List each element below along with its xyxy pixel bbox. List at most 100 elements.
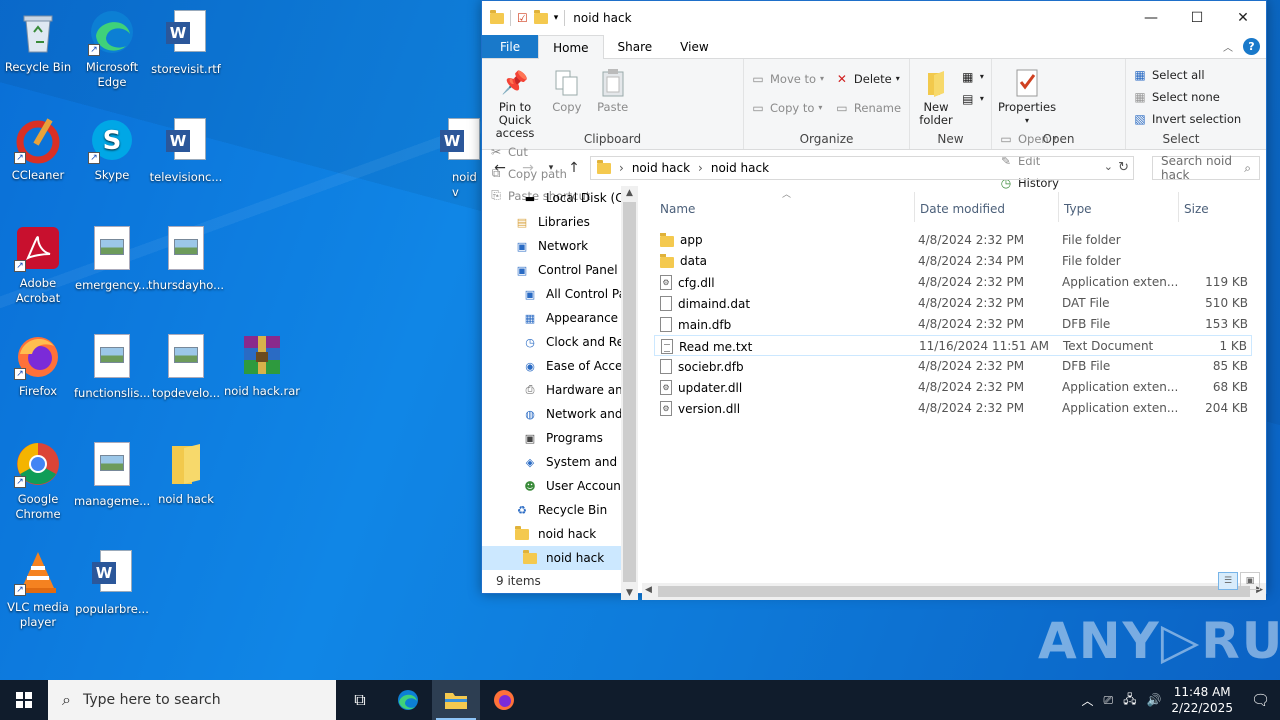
table-row[interactable]: main.dfb 4/8/2024 2:32 PM DFB File 153 K…	[654, 314, 1252, 335]
desktop-icon-ccleaner[interactable]: ↗ CCleaner	[0, 116, 76, 183]
ethernet-icon[interactable]: 🖧	[1123, 690, 1136, 711]
properties-check-icon[interactable]: ☑	[517, 11, 528, 25]
tab-file[interactable]: File	[482, 35, 539, 58]
large-icons-view-icon[interactable]: ▣	[1240, 572, 1260, 590]
desktop-icon-televisionc[interactable]: W televisionc...	[148, 116, 224, 185]
file-list: Name ︿ Date modified Type Size app 4/8/2…	[638, 186, 1266, 600]
desktop-icon-thursdayho[interactable]: thursdayho...	[148, 224, 224, 293]
select-all-button[interactable]: ▦ Select all	[1132, 65, 1241, 84]
desktop-icon-recycle-bin[interactable]: Recycle Bin	[0, 8, 76, 75]
taskbar-search-input[interactable]: ⌕ Type here to search	[48, 680, 336, 720]
copy-to-button[interactable]: ▭ Copy to ▾	[750, 98, 824, 117]
scroll-up-icon[interactable]: ▲	[621, 188, 638, 198]
nav-item-programs[interactable]: ▣ Programs	[482, 426, 638, 450]
minimize-button[interactable]: —	[1128, 1, 1174, 35]
invert-selection-button[interactable]: ▧ Invert selection	[1132, 109, 1241, 128]
nav-item-system-security[interactable]: ◈ System and Sec	[482, 450, 638, 474]
address-dropdown-icon[interactable]: ⌄	[1104, 160, 1113, 173]
desktop-icon-firefox[interactable]: ↗ Firefox	[0, 332, 76, 399]
desktop-icon-adobe-acrobat[interactable]: ↗ Adobe Acrobat	[0, 224, 76, 306]
column-header-type[interactable]: Type	[1064, 202, 1092, 216]
help-icon[interactable]: ?	[1243, 38, 1260, 55]
group-clipboard: 📌 Pin to Quick access Copy Paste ✂ Cut ⧉ C…	[482, 59, 744, 203]
start-button[interactable]	[0, 680, 48, 720]
desktop-icon-manageme[interactable]: manageme...	[74, 440, 150, 509]
new-item-button[interactable]: ▦ ▾	[960, 67, 984, 86]
desktop-icon-vlc[interactable]: ↗ VLC media player	[0, 548, 76, 630]
select-none-button[interactable]: ▦ Select none	[1132, 87, 1241, 106]
tab-share[interactable]: Share	[604, 35, 667, 58]
desktop-icon-popularbre[interactable]: W popularbre...	[74, 548, 150, 617]
easy-access-button[interactable]: ▤ ▾	[960, 89, 984, 108]
desktop-icon-noid-hack-folder[interactable]: noid hack	[148, 440, 224, 507]
properties-button[interactable]: Properties ▾	[998, 63, 1056, 127]
nav-item-network-internet[interactable]: ◍ Network and Ir	[482, 402, 638, 426]
show-hidden-icons-icon[interactable]: ︿	[1081, 692, 1093, 709]
pin-to-quick-access-button[interactable]: 📌 Pin to Quick access	[488, 63, 542, 140]
nav-item-local-disk[interactable]: ▬ Local Disk (C:)	[482, 186, 638, 210]
table-row[interactable]: ⚙ version.dll 4/8/2024 2:32 PM Applicatio…	[654, 398, 1252, 419]
notifications-icon[interactable]: 🗨	[1251, 691, 1270, 709]
table-row[interactable]: data 4/8/2024 2:34 PM File folder	[654, 251, 1252, 272]
nav-item-clock-region[interactable]: ◷ Clock and Regi	[482, 330, 638, 354]
nav-item-noid-hack[interactable]: noid hack	[482, 522, 638, 546]
desktop-icon-functionslis[interactable]: functionslis...	[74, 332, 150, 401]
table-row[interactable]: ⚙ updater.dll 4/8/2024 2:32 PM Applicatio…	[654, 377, 1252, 398]
nav-scrollbar[interactable]: ▲ ▼	[621, 186, 638, 600]
taskbar-firefox-button[interactable]	[480, 680, 528, 720]
search-input[interactable]: Search noid hack ⌕	[1152, 154, 1260, 182]
tab-home[interactable]: Home	[538, 35, 604, 59]
paste-button[interactable]: Paste	[592, 63, 634, 114]
nav-item-control-panel[interactable]: ▣ Control Panel	[482, 258, 638, 282]
nav-item-appearance[interactable]: ▦ Appearance an	[482, 306, 638, 330]
delete-button[interactable]: ✕ Delete ▾	[834, 69, 901, 88]
desktop-icon-emergency[interactable]: emergency...	[74, 224, 150, 293]
copy-path-button[interactable]: ⧉ Copy path	[488, 164, 590, 183]
clock[interactable]: 11:48 AM 2/22/2025	[1171, 684, 1233, 716]
table-row[interactable]: app 4/8/2024 2:32 PM File folder	[654, 230, 1252, 251]
nav-item-hardware[interactable]: ⎙ Hardware and	[482, 378, 638, 402]
table-row[interactable]: ⚙ cfg.dll 4/8/2024 2:32 PM Application ex…	[654, 272, 1252, 293]
maximize-button[interactable]: ☐	[1174, 1, 1220, 35]
copy-button[interactable]: Copy	[546, 63, 588, 114]
nav-item-recycle-bin[interactable]: ♻ Recycle Bin	[482, 498, 638, 522]
refresh-icon[interactable]: ↻	[1118, 160, 1129, 175]
nav-item-noid-hack-selected[interactable]: noid hack	[482, 546, 638, 570]
nav-item-ease-of-access[interactable]: ◉ Ease of Access	[482, 354, 638, 378]
collapse-ribbon-icon[interactable]: ︿	[1223, 39, 1233, 54]
column-header-size[interactable]: Size	[1184, 202, 1209, 216]
rename-button[interactable]: ▭ Rename	[834, 98, 901, 117]
desktop-icon-skype[interactable]: S ↗ Skype	[74, 116, 150, 183]
close-button[interactable]: ✕	[1220, 1, 1266, 35]
column-header-date[interactable]: Date modified	[920, 202, 1005, 216]
scrollbar-thumb[interactable]	[623, 202, 636, 582]
taskbar-edge-button[interactable]	[384, 680, 432, 720]
desktop-icon-topdevelo[interactable]: topdevelo...	[148, 332, 224, 401]
address-bar[interactable]: › noid hack › noid hack ⌄ ↻	[590, 156, 1134, 180]
taskbar-explorer-button[interactable]	[432, 680, 480, 720]
volume-icon[interactable]: 🔊	[1146, 693, 1161, 707]
desktop-icon-noid-partial[interactable]: W noid v	[440, 116, 480, 200]
desktop-icon-edge[interactable]: ↗ Microsoft Edge	[74, 8, 150, 90]
column-header-name[interactable]: Name	[660, 202, 695, 216]
table-row-hover[interactable]: Read me.txt 11/16/2024 11:51 AM Text Doc…	[654, 335, 1252, 356]
table-row[interactable]: sociebr.dfb 4/8/2024 2:32 PM DFB File 85…	[654, 356, 1252, 377]
nav-item-network[interactable]: ▣ Network	[482, 234, 638, 258]
tab-view[interactable]: View	[666, 35, 722, 58]
breadcrumb-item[interactable]: noid hack	[632, 161, 690, 175]
desktop-icon-storevisit[interactable]: W storevisit.rtf	[148, 8, 224, 77]
desktop-icon-chrome[interactable]: ↗ Google Chrome	[0, 440, 76, 522]
nav-item-user-accounts[interactable]: ☻ User Accounts	[482, 474, 638, 498]
customize-qat-icon[interactable]: ▾	[554, 13, 559, 23]
new-folder-button[interactable]: New folder	[916, 63, 956, 127]
move-to-button[interactable]: ▭ Move to ▾	[750, 69, 824, 88]
nav-item-all-control-panel[interactable]: ▣ All Control Par	[482, 282, 638, 306]
table-row[interactable]: dimaind.dat 4/8/2024 2:32 PM DAT File 51…	[654, 293, 1252, 314]
network-icon[interactable]: ⎚	[1103, 693, 1113, 708]
details-view-icon[interactable]: ☰	[1218, 572, 1238, 590]
new-folder-icon[interactable]	[533, 9, 548, 24]
breadcrumb-item[interactable]: noid hack	[711, 161, 769, 175]
desktop-icon-noid-hack-rar[interactable]: noid hack.rar	[222, 332, 302, 399]
nav-item-libraries[interactable]: ▤ Libraries	[482, 210, 638, 234]
task-view-button[interactable]: ⧉	[336, 680, 384, 720]
